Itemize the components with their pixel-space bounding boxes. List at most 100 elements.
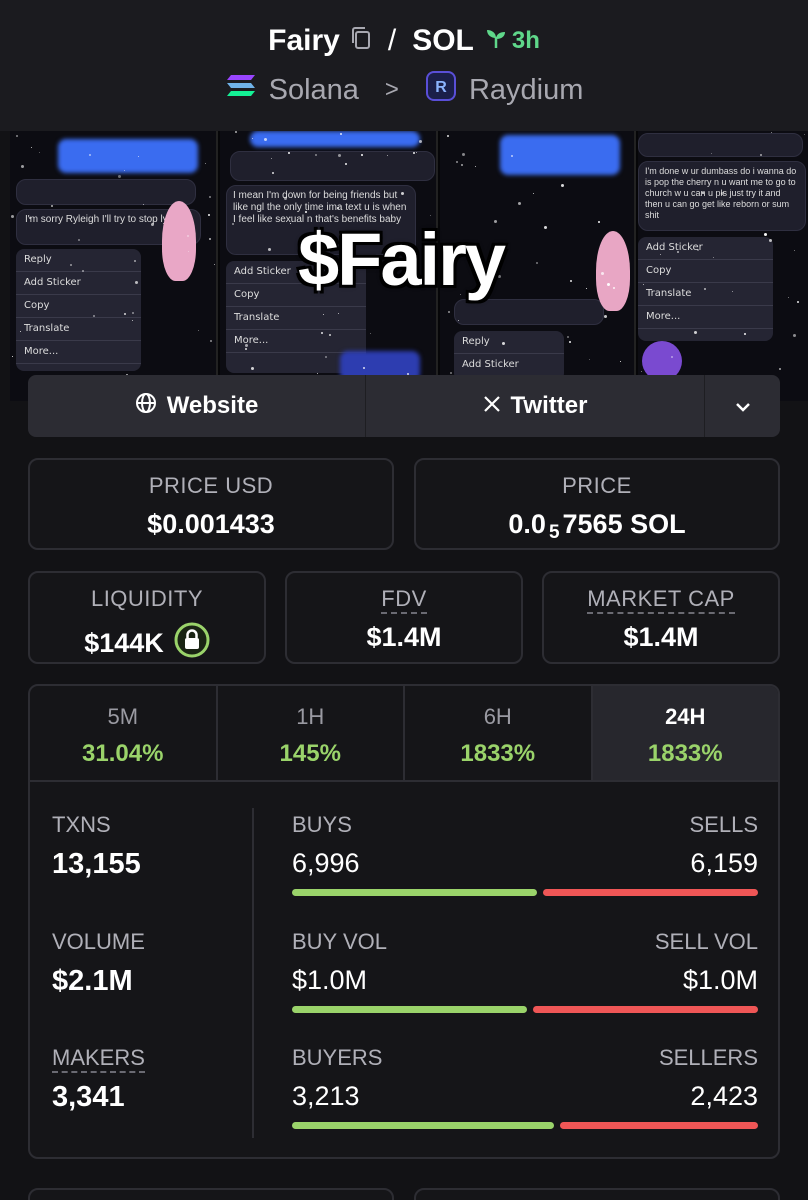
makers-stat: MAKERS 3,341 <box>52 1045 145 1114</box>
star-decoration <box>458 320 459 321</box>
liquidity-value: $144K <box>84 628 164 658</box>
star-decoration <box>268 248 271 251</box>
social-links-bar: Website Twitter <box>28 375 780 437</box>
star-decoration <box>793 334 796 337</box>
breadcrumb: Solana > R Raydium <box>0 70 808 110</box>
buy-volume-label: BUY VOL <box>292 929 387 954</box>
lock-icon[interactable] <box>174 622 210 665</box>
star-decoration <box>450 372 452 374</box>
buys-bar-fill <box>292 889 537 896</box>
tab-24h[interactable]: 24H 1833% <box>592 686 778 780</box>
star-decoration <box>21 165 24 168</box>
star-decoration <box>660 254 661 255</box>
star-decoration <box>641 371 642 372</box>
star-decoration <box>502 342 505 345</box>
reaction-bar <box>16 179 196 205</box>
star-decoration <box>290 217 291 218</box>
star-decoration <box>338 313 339 314</box>
star-decoration <box>323 314 324 315</box>
star-decoration <box>235 131 237 133</box>
star-decoration <box>135 281 138 284</box>
twitter-label: Twitter <box>510 392 588 419</box>
star-decoration <box>338 154 341 157</box>
sells-label: SELLS <box>689 812 759 837</box>
sell-volume-label: SELL VOL <box>654 929 758 954</box>
star-decoration <box>70 264 72 266</box>
price-usd-value: $0.001433 <box>147 509 275 539</box>
star-decoration <box>620 361 621 362</box>
pair-title: Fairy / SOL 3h <box>0 24 808 58</box>
star-decoration <box>264 138 267 141</box>
buys-sells-stat: BUYS SELLS 6,996 6,159 <box>292 812 758 896</box>
tab-6h[interactable]: 6H 1833% <box>405 686 593 780</box>
star-decoration <box>317 373 318 374</box>
quote-symbol: SOL <box>412 24 474 57</box>
market-cap-label[interactable]: MARKET CAP <box>587 586 735 614</box>
volume-ratio-bar <box>292 1006 758 1013</box>
star-decoration <box>760 154 762 156</box>
star-decoration <box>29 217 31 219</box>
star-decoration <box>721 192 724 195</box>
star-decoration <box>511 155 513 157</box>
volume-value: $2.1M <box>52 965 133 997</box>
pair-header: Fairy / SOL 3h Solana > R Raydium <box>0 0 808 131</box>
star-decoration <box>188 251 189 252</box>
star-decoration <box>769 239 772 242</box>
twitter-button[interactable]: Twitter <box>366 375 705 437</box>
website-label: Website <box>166 392 259 419</box>
star-decoration <box>447 135 449 137</box>
star-decoration <box>765 195 766 196</box>
price-native-card: PRICE 0.0 5 7565 SOL <box>414 458 780 550</box>
star-decoration <box>315 154 317 156</box>
star-decoration <box>797 301 799 303</box>
chain-link[interactable]: Solana <box>269 74 359 107</box>
liquidity-value-row: $144K <box>30 622 264 665</box>
star-decoration <box>732 291 733 292</box>
sells-bar-fill <box>542 889 758 896</box>
banner-title: $Fairy <box>298 218 506 301</box>
column-divider <box>252 808 254 1138</box>
buyers-label: BUYERS <box>292 1045 383 1070</box>
star-decoration <box>456 161 458 163</box>
dex-link[interactable]: Raydium <box>469 74 583 107</box>
more-links-dropdown[interactable] <box>705 375 780 437</box>
trading-stats-panel: 5M 31.04% 1H 145% 6H 1833% 24H 1833% TXN… <box>28 684 780 1159</box>
price-usd-label: PRICE USD <box>148 473 274 498</box>
tab-5m[interactable]: 5M 31.04% <box>30 686 218 780</box>
star-decoration <box>713 257 714 258</box>
buyers-ratio-bar <box>292 1122 758 1129</box>
buys-value: 6,996 <box>292 848 360 878</box>
star-decoration <box>704 288 706 290</box>
pair-age-badge: 3h <box>484 26 540 57</box>
sells-value: 6,159 <box>690 848 758 878</box>
star-decoration <box>321 332 323 334</box>
star-decoration <box>209 238 211 240</box>
copy-icon[interactable] <box>350 24 372 58</box>
fairy-figure <box>162 201 196 281</box>
pair-age: 3h <box>511 27 540 54</box>
fdv-label[interactable]: FDV <box>381 586 427 614</box>
star-decoration <box>124 170 125 171</box>
star-decoration <box>744 333 746 335</box>
star-decoration <box>134 260 136 262</box>
chat-bubble <box>454 299 604 325</box>
price-zero-count: 5 <box>548 521 560 543</box>
star-decoration <box>561 184 564 187</box>
star-decoration <box>448 311 450 313</box>
website-button[interactable]: Website <box>28 375 366 437</box>
star-decoration <box>589 359 590 360</box>
buyers-sellers-stat: BUYERS SELLERS 3,213 2,423 <box>292 1045 758 1129</box>
star-decoration <box>82 270 84 272</box>
star-decoration <box>771 132 772 133</box>
star-decoration <box>764 233 767 236</box>
star-decoration <box>671 356 673 358</box>
star-decoration <box>208 214 210 216</box>
star-decoration <box>604 315 607 318</box>
tab-1h[interactable]: 1H 145% <box>218 686 405 780</box>
chevron-down-icon <box>734 392 752 420</box>
volume-label: VOLUME <box>52 929 145 954</box>
star-decoration <box>138 156 139 157</box>
token-symbol: Fairy <box>268 24 340 57</box>
star-decoration <box>245 344 248 347</box>
makers-label[interactable]: MAKERS <box>52 1045 145 1073</box>
